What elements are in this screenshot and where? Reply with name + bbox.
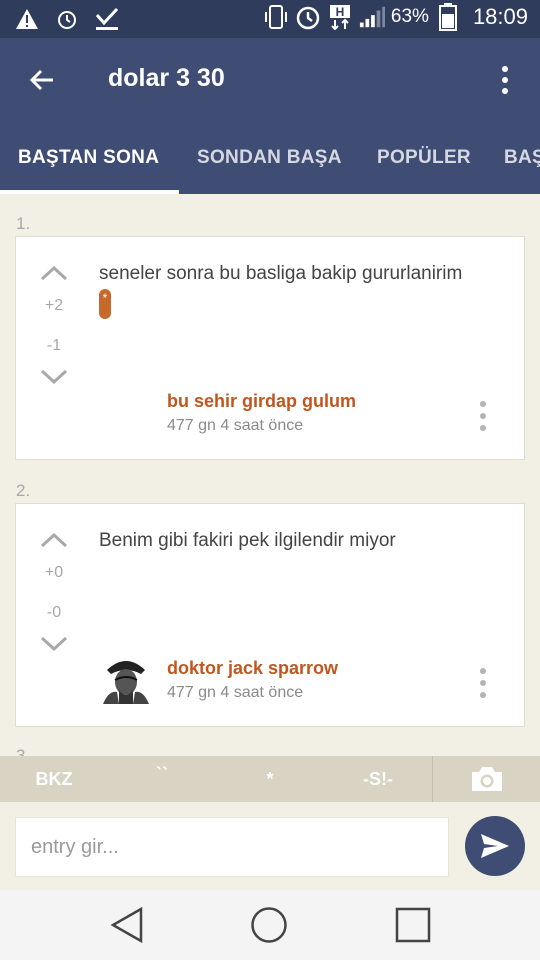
upvote-button[interactable] — [40, 532, 68, 548]
entry-time: 477 gn 4 saat önce — [167, 417, 304, 434]
downvote-button[interactable] — [40, 636, 68, 652]
tab-populer[interactable]: POPÜLER — [377, 122, 471, 194]
check-icon — [94, 6, 120, 32]
nav-recents-button[interactable] — [388, 902, 438, 948]
battery-percent: 63% — [390, 6, 429, 27]
entry-body: seneler sonra bu basliga bakip gururlani… — [99, 263, 463, 284]
nav-back-button[interactable] — [102, 902, 152, 948]
author-link[interactable]: bu sehir girdap gulum — [167, 391, 356, 412]
entry-time: 477 gn 4 saat önce — [167, 684, 304, 701]
entry-card: +2 -1 seneler sonra bu basliga bakip gur… — [15, 236, 525, 460]
tab-sondan-basa[interactable]: SONDAN BAŞA — [197, 122, 342, 194]
hspa-icon: H — [327, 4, 353, 30]
entry-text: seneler sonra bu basliga bakip gururlani… — [99, 261, 504, 319]
downvote-button[interactable] — [40, 369, 68, 385]
signal-icon — [359, 4, 385, 30]
entry-card: +0 -0 Benim gibi fakiri pek ilgilendir m… — [15, 503, 525, 727]
square-recents-icon — [395, 907, 431, 943]
author-link[interactable]: doktor jack sparrow — [167, 658, 338, 679]
bkz-button[interactable]: BKZ — [0, 756, 108, 802]
battery-icon — [435, 3, 461, 31]
send-button[interactable] — [465, 816, 525, 876]
upvote-count: +2 — [44, 297, 64, 314]
more-vert-icon — [502, 66, 508, 72]
status-bar: H 63% 18:09 — [0, 0, 540, 38]
entry-input[interactable] — [15, 817, 449, 877]
entry-number: 1. — [16, 214, 31, 233]
arrow-back-icon — [29, 69, 53, 91]
avatar[interactable] — [99, 650, 153, 704]
star-button[interactable]: * — [216, 756, 324, 802]
send-icon — [481, 834, 509, 858]
alarm-icon — [295, 4, 321, 30]
star-badge: * — [99, 289, 111, 319]
warning-icon — [14, 6, 40, 32]
entry-more-button[interactable] — [478, 668, 488, 698]
camera-button[interactable] — [433, 756, 540, 802]
circle-home-icon — [251, 907, 287, 943]
app-bar: dolar 3 30 — [0, 38, 540, 122]
clock: 18:09 — [472, 4, 528, 29]
triangle-back-icon — [110, 906, 143, 944]
alarm-icon — [54, 6, 80, 32]
entry-list[interactable]: 1. +2 -1 seneler sonra bu basliga bakip … — [0, 194, 540, 756]
vibrate-icon — [263, 4, 289, 30]
entry-more-button[interactable] — [478, 401, 488, 431]
downvote-count: -0 — [46, 604, 62, 621]
system-nav-bar — [0, 890, 540, 960]
spoiler-button[interactable]: -S!- — [324, 756, 432, 802]
tab-bar: BAŞTAN SONA SONDAN BAŞA POPÜLER BAŞ — [0, 122, 540, 194]
overflow-menu-button[interactable] — [490, 62, 520, 98]
camera-icon — [471, 767, 502, 791]
nav-home-button[interactable] — [244, 902, 294, 948]
upvote-count: +0 — [44, 564, 64, 581]
back-button[interactable] — [22, 60, 62, 100]
backtick-button[interactable]: `` — [108, 756, 216, 802]
tab-bas[interactable]: BAŞ — [504, 122, 540, 194]
tab-bastan-sona[interactable]: BAŞTAN SONA — [18, 122, 159, 194]
entry-number: 3. — [16, 746, 31, 756]
entry-input-row — [0, 802, 540, 890]
page-title: dolar 3 30 — [108, 64, 225, 92]
svg-text:H: H — [336, 5, 345, 19]
entry-number: 2. — [16, 481, 31, 500]
entry-text: Benim gibi fakiri pek ilgilendir miyor — [99, 530, 396, 551]
format-toolbar: BKZ `` * -S!- — [0, 756, 540, 802]
upvote-button[interactable] — [40, 265, 68, 281]
downvote-count: -1 — [46, 337, 62, 354]
